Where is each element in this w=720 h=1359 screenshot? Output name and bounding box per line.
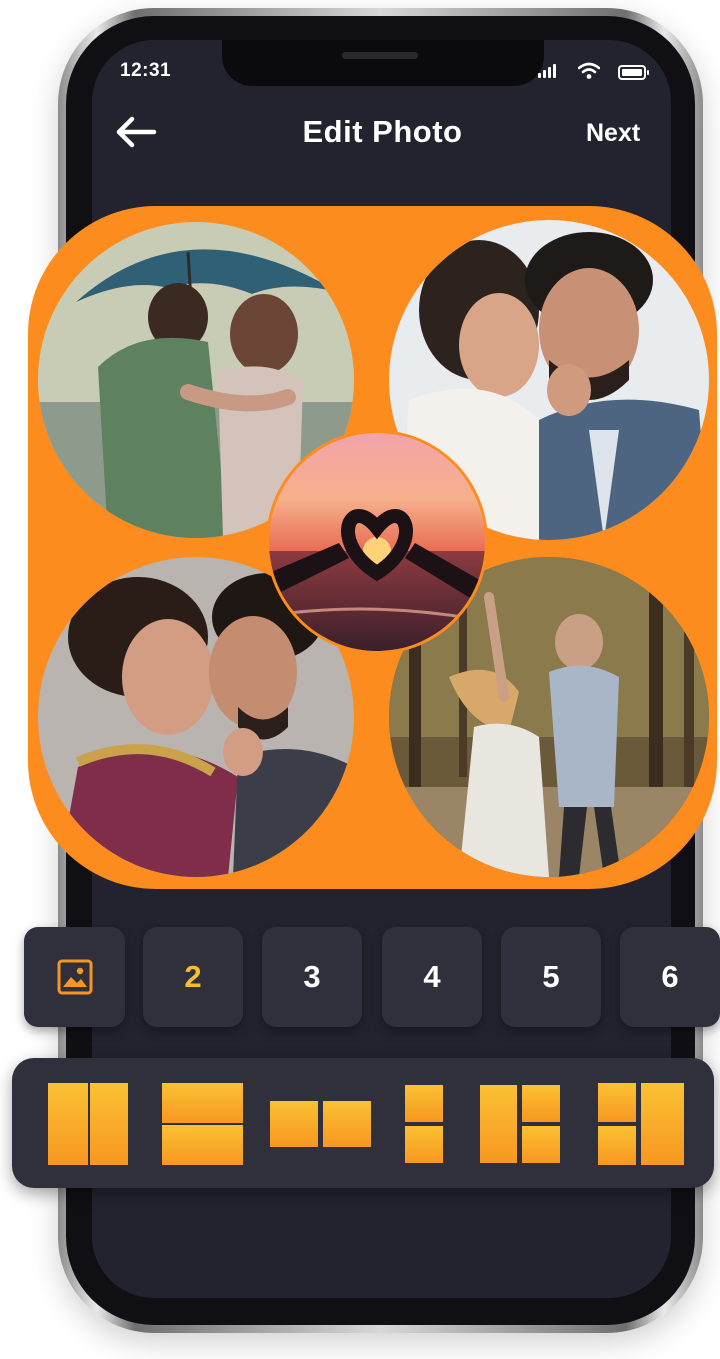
back-arrow-icon[interactable] xyxy=(114,114,158,150)
gallery-button[interactable] xyxy=(24,927,125,1027)
layout-two-vertical[interactable] xyxy=(48,1083,128,1165)
speaker-grille xyxy=(342,52,418,59)
layout-tile xyxy=(641,1083,684,1165)
layout-tile xyxy=(162,1083,243,1123)
photo-count-5-button[interactable]: 5 xyxy=(501,927,601,1027)
page-title: Edit Photo xyxy=(302,114,463,149)
wifi-icon xyxy=(578,62,600,79)
photo-slot-heart-sunset[interactable] xyxy=(266,430,488,654)
layout-tile xyxy=(405,1126,443,1163)
layout-tile xyxy=(480,1085,517,1163)
notch xyxy=(222,40,544,86)
layout-tile xyxy=(598,1126,636,1165)
layout-tile xyxy=(90,1083,128,1165)
image-icon xyxy=(57,959,92,995)
next-button[interactable]: Next xyxy=(586,119,640,148)
layout-tile xyxy=(405,1085,443,1122)
layout-tile xyxy=(323,1101,371,1147)
heart-sunset-image xyxy=(269,433,485,651)
layout-two-side-by-side[interactable] xyxy=(270,1101,371,1147)
layout-tile xyxy=(162,1125,243,1165)
layout-tile xyxy=(270,1101,318,1147)
status-time: 12:31 xyxy=(120,60,172,81)
cellular-signal-icon xyxy=(538,64,560,78)
layout-two-horizontal[interactable] xyxy=(162,1083,243,1165)
layout-tile xyxy=(522,1126,560,1163)
photo-count-4-button[interactable]: 4 xyxy=(382,927,482,1027)
layout-two-left-one-large[interactable] xyxy=(598,1083,684,1165)
photo-count-6-button[interactable]: 6 xyxy=(620,927,720,1027)
layout-two-stacked[interactable] xyxy=(405,1085,443,1163)
layout-one-large-two-right[interactable] xyxy=(480,1085,560,1163)
battery-icon xyxy=(618,65,649,80)
photo-count-2-button[interactable]: 2 xyxy=(143,927,243,1027)
layout-tile xyxy=(48,1083,88,1165)
photo-count-3-button[interactable]: 3 xyxy=(262,927,362,1027)
layout-tile xyxy=(522,1085,560,1122)
layout-tile xyxy=(598,1083,636,1122)
